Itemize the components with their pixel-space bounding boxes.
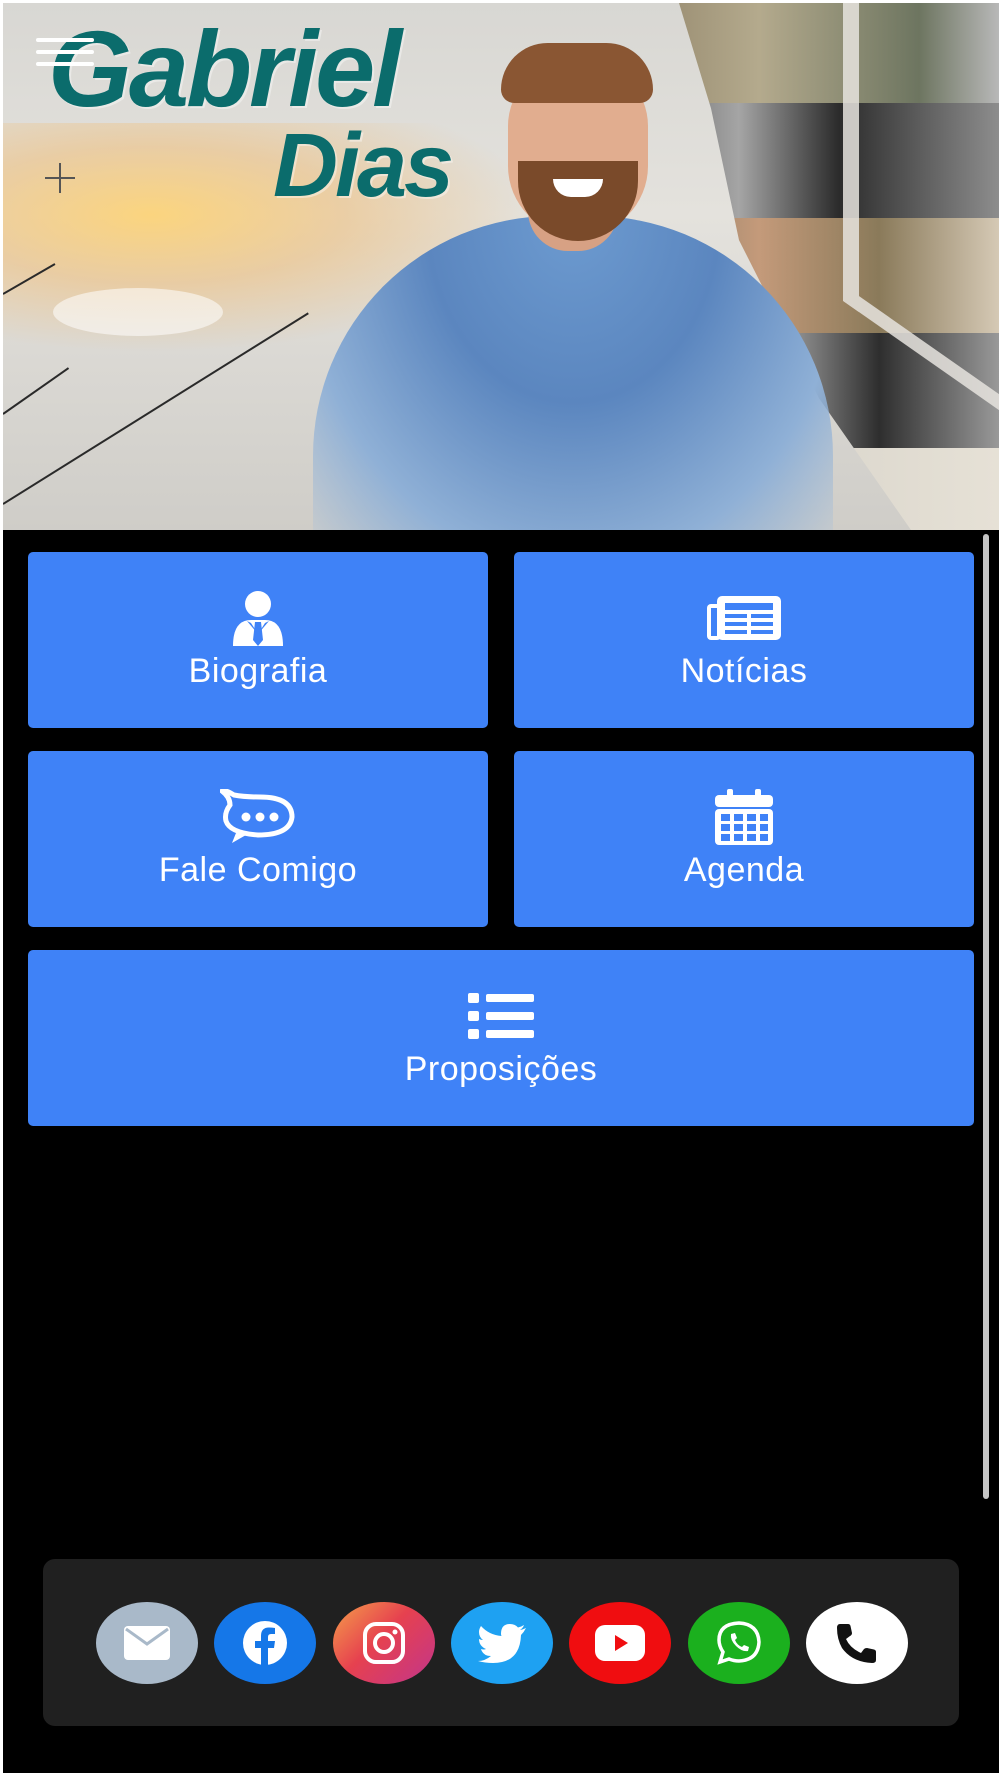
decor-line	[3, 367, 70, 415]
youtube-icon	[595, 1625, 645, 1661]
instagram-icon	[363, 1622, 405, 1664]
logo-last-name: Dias	[273, 116, 454, 216]
proposicoes-label: Proposições	[404, 1049, 598, 1088]
crosshair-icon	[45, 163, 75, 193]
envelope-icon	[124, 1626, 170, 1660]
biografia-label: Biografia	[188, 651, 328, 690]
logo-first-name: Gabriel	[48, 8, 402, 129]
twitter-button[interactable]	[451, 1602, 553, 1684]
chat-bubble-icon	[220, 788, 296, 845]
twitter-icon	[478, 1624, 526, 1663]
noticias-label: Notícias	[680, 651, 808, 690]
phone-icon	[837, 1624, 876, 1663]
agenda-label: Agenda	[683, 850, 805, 889]
phone-button[interactable]	[806, 1602, 908, 1684]
facebook-button[interactable]	[214, 1602, 316, 1684]
list-icon	[468, 988, 534, 1044]
fale-comigo-label: Fale Comigo	[158, 850, 358, 889]
agenda-button[interactable]: Agenda	[514, 751, 974, 927]
app-screen: Gabriel Dias Biografia Notícias Fale Com…	[3, 3, 999, 1773]
fale-comigo-button[interactable]: Fale Comigo	[28, 751, 488, 927]
calendar-icon	[715, 788, 773, 845]
hamburger-menu-icon[interactable]	[36, 38, 94, 78]
biografia-button[interactable]: Biografia	[28, 552, 488, 728]
facebook-icon	[243, 1621, 287, 1666]
person-tie-icon	[229, 590, 287, 646]
newspaper-icon	[707, 590, 781, 646]
shirt	[313, 216, 833, 530]
youtube-button[interactable]	[569, 1602, 671, 1684]
email-button[interactable]	[96, 1602, 198, 1684]
proposicoes-button[interactable]: Proposições	[28, 950, 974, 1126]
noticias-button[interactable]: Notícias	[514, 552, 974, 728]
whatsapp-button[interactable]	[688, 1602, 790, 1684]
scrollbar[interactable]	[983, 534, 989, 1499]
instagram-button[interactable]	[333, 1602, 435, 1684]
hair	[501, 43, 653, 103]
header-banner: Gabriel Dias	[3, 3, 999, 530]
sun-glow	[53, 288, 223, 336]
whatsapp-icon	[717, 1621, 761, 1665]
social-links-bar	[43, 1559, 959, 1726]
